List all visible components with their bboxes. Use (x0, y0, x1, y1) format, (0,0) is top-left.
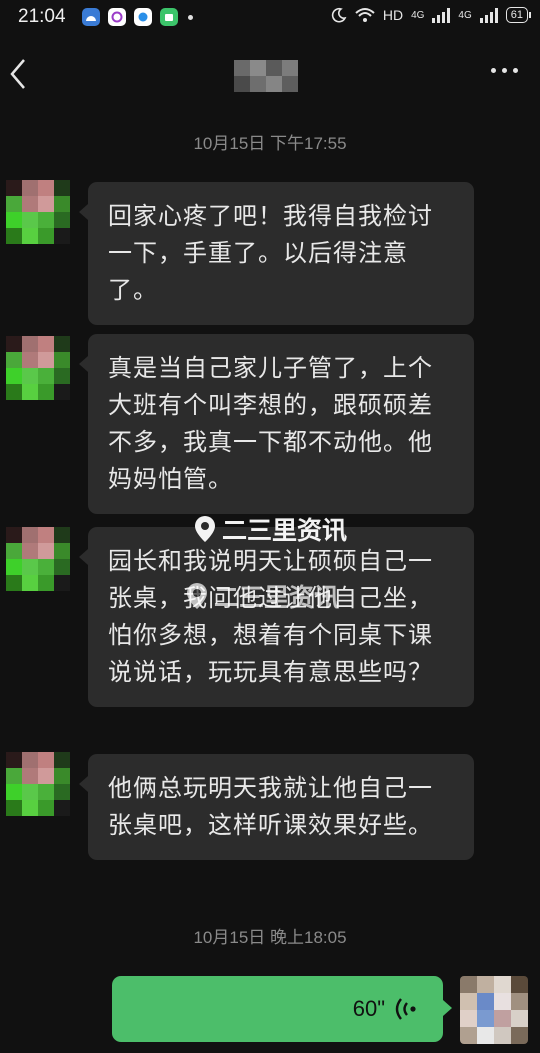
green-app-icon (160, 8, 178, 26)
status-right-icons: HD 4G 4G 61 (331, 7, 532, 23)
net-type-2: 4G (458, 9, 472, 21)
contact-avatar[interactable] (6, 752, 70, 816)
hd-label: HD (382, 7, 404, 23)
contact-avatar[interactable] (6, 336, 70, 400)
contact-avatar[interactable] (6, 527, 70, 591)
contact-name-blurred (234, 60, 298, 92)
message-bubble[interactable]: 真是当自己家儿子管了，上个大班有个叫李想的，跟硕硕差不多，我真一下都不动他。他妈… (79, 334, 474, 514)
back-button[interactable] (4, 54, 34, 94)
battery-icon: 61 (505, 7, 532, 23)
net-type-1: 4G (411, 9, 425, 21)
watermark-text: 二三里资讯 (214, 583, 340, 612)
chevron-left-icon (10, 59, 25, 89)
signal-icon-2 (479, 7, 498, 23)
notification-icons (82, 8, 193, 26)
contact-avatar[interactable] (6, 180, 70, 244)
watermark: 二三里资讯 (194, 511, 347, 547)
watermark-text: 二三里资讯 (222, 516, 348, 545)
voice-message-bubble[interactable]: 60" (112, 976, 452, 1042)
chat-header (0, 40, 540, 110)
message-bubble[interactable]: 他俩总玩明天我就让他自己一张桌吧，这样听课效果好些。 (79, 754, 474, 860)
moon-icon (331, 7, 347, 23)
timestamp: 10月15日 下午17:55 (193, 134, 347, 153)
blue-app-icon (134, 8, 152, 26)
timestamp: 10月15日 晚上18:05 (193, 928, 347, 947)
message-bubble[interactable]: 回家心疼了吧！我得自我检讨一下，手重了。以后得注意了。 (79, 182, 474, 325)
more-options-button[interactable] (491, 68, 518, 73)
more-dots-icon (491, 68, 496, 73)
watermark: 二三里资讯 (186, 578, 339, 614)
android-app-icon (82, 8, 100, 26)
voice-wave-icon (395, 998, 416, 1020)
signal-icon-1 (432, 7, 451, 23)
status-time: 21:04 (18, 6, 66, 27)
circle-app-icon (108, 8, 126, 26)
more-notifications-dot (188, 14, 193, 20)
wifi-icon (355, 8, 375, 22)
location-pin-icon (195, 516, 215, 542)
voice-duration: 60" (352, 996, 385, 1021)
status-bar: 21:04 HD 4G 4G 61 (0, 0, 540, 36)
message-bubble[interactable]: 园长和我说明天让硕硕自己一张桌，我问他过让他自己坐，怕你多想，想着有个同桌下课说… (79, 527, 474, 707)
location-pin-icon (187, 583, 207, 609)
self-avatar[interactable] (460, 976, 528, 1044)
